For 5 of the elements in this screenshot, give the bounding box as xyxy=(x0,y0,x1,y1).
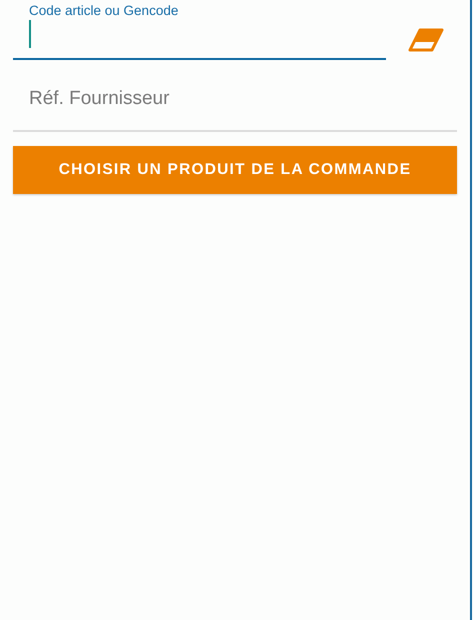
choose-product-button[interactable]: CHOISIR UN PRODUIT DE LA COMMANDE xyxy=(13,146,457,194)
supplier-ref-field[interactable]: Réf. Fournisseur xyxy=(13,88,457,132)
eraser-icon[interactable] xyxy=(408,28,444,52)
code-field[interactable]: Code article ou Gencode xyxy=(13,2,386,60)
text-cursor xyxy=(29,20,31,48)
